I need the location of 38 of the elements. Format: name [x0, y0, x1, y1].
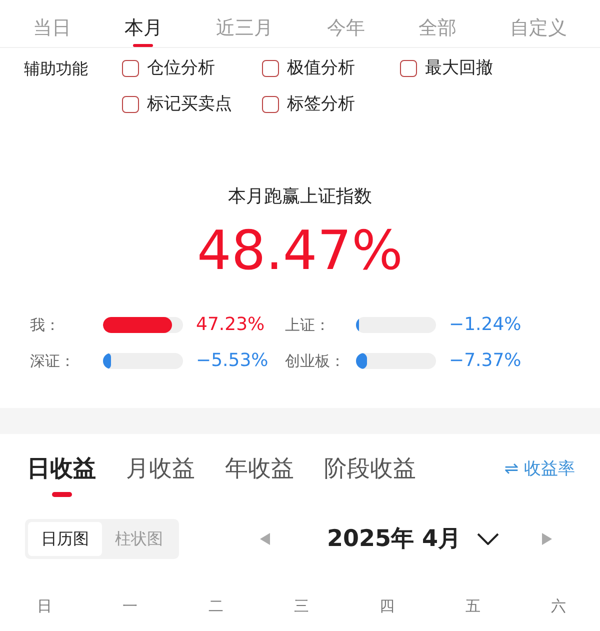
period-tab[interactable]: 本月	[124, 16, 162, 40]
percent-value: 47.23%	[195, 314, 266, 336]
checkbox-label[interactable]: 最大回撤	[425, 56, 493, 80]
weekday-label: 三	[294, 597, 309, 616]
summary-title: 本月跑赢上证指数	[228, 185, 372, 209]
weekday-label: 五	[465, 597, 480, 616]
profit-tab[interactable]: 阶段收益	[324, 454, 416, 484]
view-tab[interactable]: 日历图	[28, 522, 102, 556]
checkbox[interactable]	[122, 96, 139, 112]
checkbox-label[interactable]: 标签分析	[287, 92, 355, 116]
index-label: 深证：	[30, 351, 76, 372]
checkbox[interactable]	[122, 60, 139, 76]
weekday-label: 六	[550, 597, 566, 616]
tab-underline	[52, 492, 72, 497]
tab-underline	[133, 44, 154, 47]
percent-value: −1.24%	[448, 314, 522, 336]
weekday-label: 日	[37, 597, 52, 616]
checkbox[interactable]	[262, 96, 279, 112]
weekday-label: 一	[122, 597, 138, 616]
index-label: 我：	[30, 315, 61, 336]
weekday-label: 四	[380, 597, 395, 616]
month-label[interactable]: 2025年 4月	[327, 524, 462, 554]
checkbox[interactable]	[400, 60, 417, 76]
profit-tab[interactable]: 日收益	[27, 454, 96, 484]
index-label: 创业板：	[285, 351, 346, 372]
percent-value: −5.53%	[195, 350, 270, 372]
chevron-down-icon[interactable]	[477, 533, 500, 545]
checkbox-label[interactable]: 标记买卖点	[147, 92, 232, 116]
profit-tab[interactable]: 月收益	[126, 454, 195, 484]
weekday-label: 二	[208, 597, 224, 616]
index-label: 上证：	[285, 315, 331, 336]
profit-tab[interactable]: 年收益	[225, 454, 294, 484]
section-label: 辅助功能	[24, 58, 88, 80]
checkbox-label[interactable]: 仓位分析	[147, 56, 215, 80]
percent-value: −7.37%	[448, 350, 522, 372]
checkbox[interactable]	[262, 60, 279, 76]
summary-value: 48.47%	[197, 218, 403, 284]
checkbox-label[interactable]: 极值分析	[287, 56, 355, 80]
